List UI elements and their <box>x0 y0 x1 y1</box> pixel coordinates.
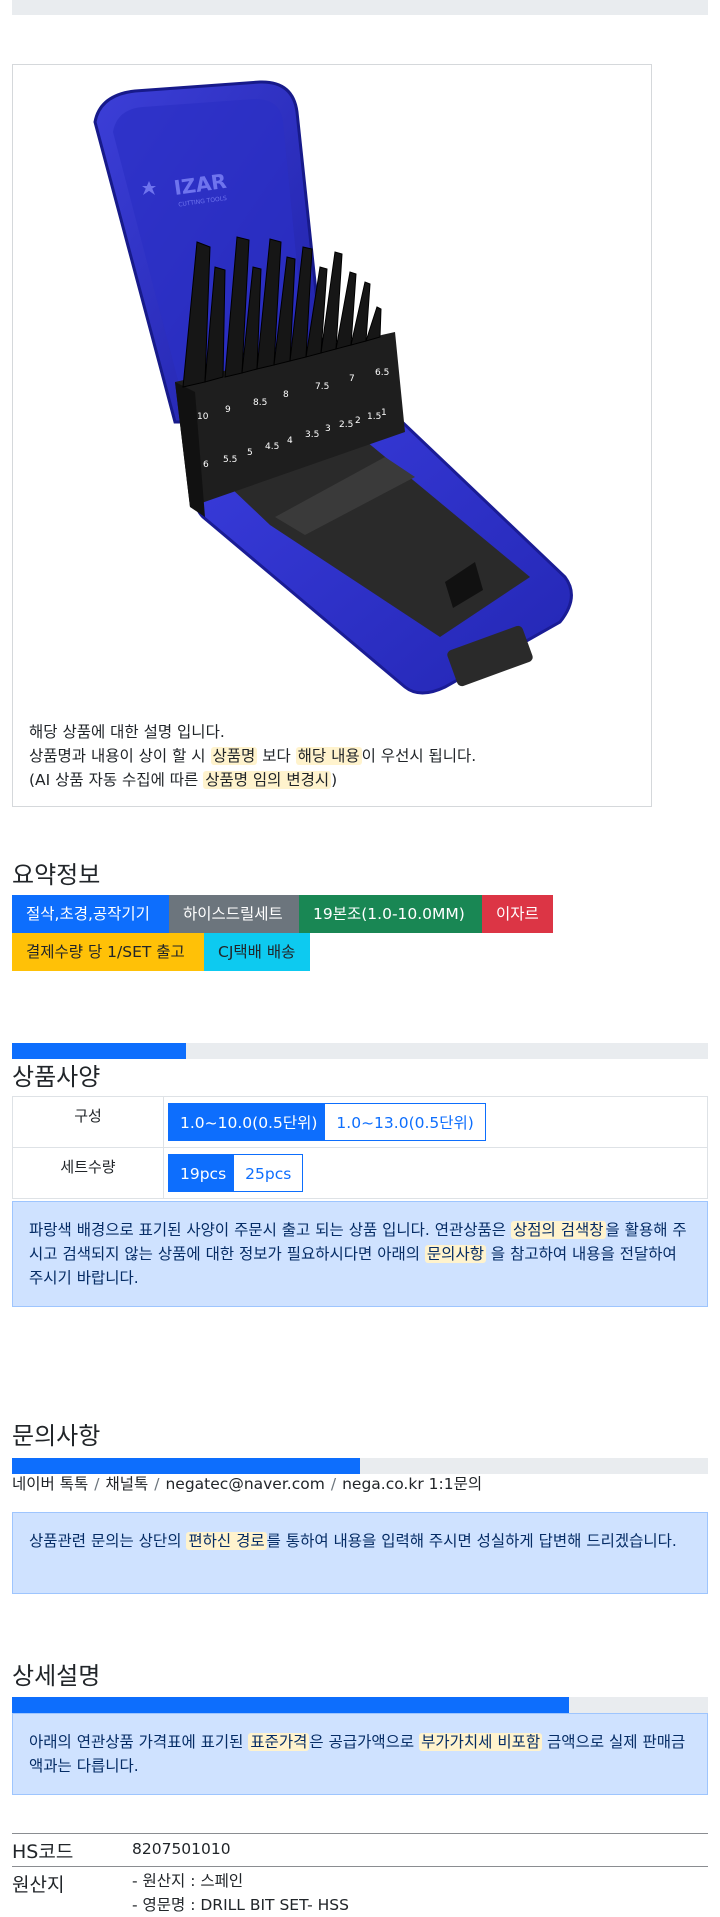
desc-line-2-mid: 보다 <box>257 747 296 765</box>
desc-line-2-pre: 상품명과 내용이 상이 할 시 <box>29 747 211 765</box>
svg-text:6.5: 6.5 <box>375 368 389 378</box>
inquiry-notice: 상품관련 문의는 상단의 편하신 경로 를 통하여 내용을 입력해 주시면 성실하… <box>12 1512 708 1594</box>
desc-line-2: 상품명과 내용이 상이 할 시 상품명 보다 해당 내용 이 우선시 됩니다. <box>29 744 476 768</box>
origin-label: 원산지 <box>12 1874 65 1896</box>
spec-options-set-quantity: 19pcs 25pcs <box>163 1147 708 1199</box>
spec-options-composition: 1.0~10.0(0.5단위) 1.0~13.0(0.5단위) <box>163 1096 708 1148</box>
svg-text:6: 6 <box>203 460 209 470</box>
tag-courier[interactable]: CJ택배 배송 <box>204 933 310 971</box>
desc-highlight-product-name: 상품명 <box>210 747 258 765</box>
option-1-13[interactable]: 1.0~13.0(0.5단위) <box>324 1103 486 1141</box>
spec-table: 구성 1.0~10.0(0.5단위) 1.0~13.0(0.5단위) 세트수량 1… <box>12 1096 708 1199</box>
option-19pcs[interactable]: 19pcs <box>168 1154 239 1192</box>
svg-text:1: 1 <box>381 408 387 418</box>
origin-country: - 원산지 : 스페인 <box>132 1872 244 1890</box>
spec-progress-bar <box>12 1043 708 1059</box>
detail-notice-highlight-price: 표준가격 <box>248 1733 310 1751</box>
spec-notice-highlight-search: 상점의 검색창 <box>511 1221 606 1239</box>
info-row-hs-code: HS코드 8207501010 <box>12 1833 708 1866</box>
spec-label-set-quantity: 세트수량 <box>12 1147 164 1199</box>
hs-code-label: HS코드 <box>12 1841 74 1863</box>
svg-text:2: 2 <box>355 416 361 426</box>
desc-line-3-pre: (AI 상품 자동 수집에 따른 <box>29 771 204 789</box>
svg-text:4.5: 4.5 <box>265 442 279 452</box>
tag-set-spec[interactable]: 19본조(1.0-10.0MM) <box>299 895 482 933</box>
tag-brand[interactable]: 이자르 <box>482 895 553 933</box>
contact-separator: / <box>94 1475 100 1493</box>
svg-text:5.5: 5.5 <box>223 455 237 465</box>
info-row-origin: 원산지 - 원산지 : 스페인 - 영문명 : DRILL BIT SET- H… <box>12 1866 708 1917</box>
desc-highlight-name-change: 상품명 임의 변경시 <box>203 771 332 789</box>
detail-notice: 아래의 연관상품 가격표에 표기된 표준가격 은 공급가액으로 부가가치세 비포함… <box>12 1713 708 1795</box>
detail-heading: 상세설명 <box>12 1662 101 1690</box>
detail-progress-fill <box>12 1697 569 1713</box>
contact-email[interactable]: negatec@naver.com <box>165 1475 324 1493</box>
inquiry-notice-highlight: 편하신 경로 <box>186 1532 267 1550</box>
desc-line-2-post: 이 우선시 됩니다. <box>361 747 477 765</box>
contact-separator: / <box>154 1475 160 1493</box>
spec-label-composition: 구성 <box>12 1096 164 1148</box>
detail-notice-pre: 아래의 연관상품 가격표에 표기된 <box>29 1733 249 1751</box>
product-description: 해당 상품에 대한 설명 입니다. 상품명과 내용이 상이 할 시 상품명 보다… <box>29 720 476 792</box>
contact-naver-talk[interactable]: 네이버 톡톡 <box>12 1475 88 1493</box>
top-divider-bar <box>12 0 708 15</box>
inquiry-notice-pre: 상품관련 문의는 상단의 <box>29 1532 187 1550</box>
svg-text:7: 7 <box>349 374 355 384</box>
svg-text:8: 8 <box>283 390 289 400</box>
tag-shipping-unit[interactable]: 결제수량 당 1/SET 출고 <box>12 933 204 971</box>
product-image: IZAR CUTTING TOOLS 6 5.5 5 4.5 4 3.5 3 2… <box>93 80 573 695</box>
detail-notice-mid: 은 공급가액으로 <box>309 1733 420 1751</box>
tag-product-type[interactable]: 하이스드릴세트 <box>169 895 299 933</box>
inquiry-heading: 문의사항 <box>12 1422 101 1450</box>
svg-text:8.5: 8.5 <box>253 398 267 408</box>
option-25pcs[interactable]: 25pcs <box>233 1154 304 1192</box>
svg-text:1.5: 1.5 <box>367 412 381 422</box>
spec-notice-pre: 파랑색 배경으로 표기된 사양이 주문시 출고 되는 상품 입니다. 연관상품은 <box>29 1221 511 1239</box>
product-card: IZAR CUTTING TOOLS 6 5.5 5 4.5 4 3.5 3 2… <box>12 64 652 807</box>
svg-text:7.5: 7.5 <box>315 382 329 392</box>
spec-notice-highlight-inquiry: 문의사항 <box>424 1245 486 1263</box>
desc-line-3-post: ) <box>331 771 338 789</box>
hs-code-value: 8207501010 <box>132 1840 231 1858</box>
desc-highlight-content: 해당 내용 <box>295 747 362 765</box>
inquiry-notice-post: 를 통하여 내용을 입력해 주시면 성실하게 답변해 드리겠습니다. <box>266 1532 677 1550</box>
origin-values: - 원산지 : 스페인 - 영문명 : DRILL BIT SET- HSS <box>132 1869 349 1917</box>
desc-line-3: (AI 상품 자동 수집에 따른 상품명 임의 변경시) <box>29 768 476 792</box>
summary-heading: 요약정보 <box>12 861 101 889</box>
svg-text:5: 5 <box>247 448 253 458</box>
svg-text:2.5: 2.5 <box>339 420 353 430</box>
tag-category[interactable]: 절삭,초경,공작기기 <box>12 895 169 933</box>
contact-links: 네이버 톡톡 / 채널톡 / negatec@naver.com / nega.co.kr … <box>12 1472 482 1494</box>
svg-text:4: 4 <box>287 436 293 446</box>
svg-text:10: 10 <box>197 412 209 422</box>
spec-row-composition: 구성 1.0~10.0(0.5단위) 1.0~13.0(0.5단위) <box>12 1096 708 1148</box>
contact-channel-talk[interactable]: 채널톡 <box>105 1475 148 1493</box>
detail-progress-bar <box>12 1697 708 1713</box>
detail-notice-highlight-vat: 부가가치세 비포함 <box>419 1733 543 1751</box>
contact-separator: / <box>330 1475 337 1493</box>
origin-english-name: - 영문명 : DRILL BIT SET- HSS <box>132 1896 349 1914</box>
svg-text:9: 9 <box>225 405 231 415</box>
contact-website-inquiry[interactable]: nega.co.kr 1:1문의 <box>342 1475 482 1493</box>
option-1-10[interactable]: 1.0~10.0(0.5단위) <box>168 1103 330 1141</box>
spec-notice: 파랑색 배경으로 표기된 사양이 주문시 출고 되는 상품 입니다. 연관상품은… <box>12 1201 708 1307</box>
spec-row-set-quantity: 세트수량 19pcs 25pcs <box>12 1147 708 1199</box>
spec-heading: 상품사양 <box>12 1063 101 1091</box>
svg-text:3.5: 3.5 <box>305 430 319 440</box>
svg-text:3: 3 <box>325 424 331 434</box>
desc-line-1: 해당 상품에 대한 설명 입니다. <box>29 723 225 741</box>
